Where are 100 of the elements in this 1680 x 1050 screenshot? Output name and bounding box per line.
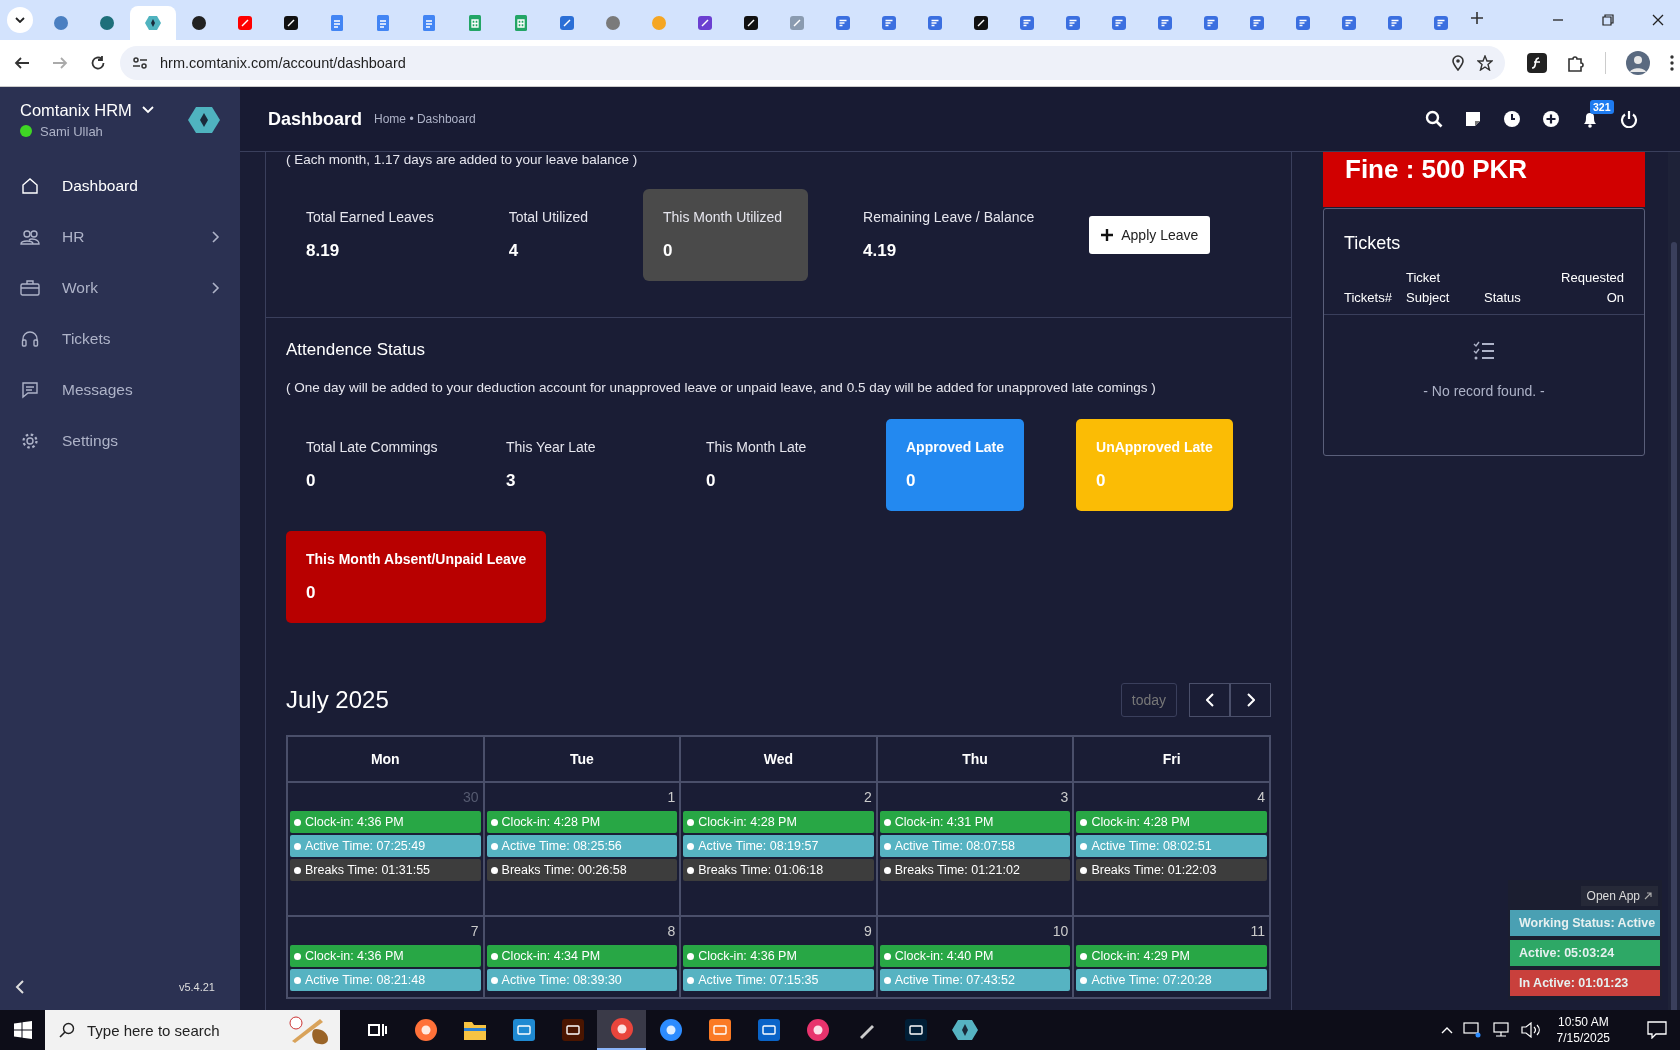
day-number: 30: [463, 789, 479, 805]
clock-in-event[interactable]: Clock-in: 4:36 PM: [290, 945, 481, 967]
column-header: Tickets#: [1344, 289, 1393, 307]
user-name: Sami Ullah: [40, 123, 103, 139]
home-icon: [21, 176, 39, 195]
display-icon: [1462, 1022, 1481, 1038]
clock-in-event[interactable]: Clock-in: 4:36 PM: [683, 945, 874, 967]
day-number: 3: [1060, 789, 1069, 805]
clock-in-event[interactable]: Clock-in: 4:29 PM: [1076, 945, 1267, 967]
extension-icon: [1527, 53, 1547, 73]
stat-value: 0: [306, 583, 317, 603]
stat-label: Approved Late: [906, 439, 1004, 455]
nav-item[interactable]: Settings: [0, 415, 240, 466]
notification-badge: 321: [1590, 100, 1614, 114]
weekday-header: Mon: [370, 751, 400, 767]
break-time-event[interactable]: Breaks Time: 01:06:18: [683, 859, 874, 881]
active-time-event[interactable]: Active Time: 08:21:48: [290, 969, 481, 991]
column-header: Requested On: [1560, 269, 1624, 307]
day-number: 4: [1257, 789, 1265, 805]
clock-icon: [1503, 110, 1521, 128]
clock-in-event[interactable]: Clock-in: 4:28 PM: [486, 811, 678, 833]
clock-in-event[interactable]: Clock-in: 4:36 PM: [290, 811, 481, 833]
address-bar[interactable]: hrm.comtanix.com/account/dashboard: [120, 46, 1505, 80]
stat-label: This Month Absent/Unpaid Leave: [306, 551, 527, 567]
fine-banner: Fine : 500 PKR: [1323, 152, 1645, 207]
nav-item[interactable]: HR: [0, 211, 240, 262]
day-number: 9: [864, 923, 872, 939]
scrollbar[interactable]: [1668, 152, 1680, 1010]
stat-label: This Year Late: [506, 439, 597, 455]
clock-in-event[interactable]: Clock-in: 4:40 PM: [879, 945, 1071, 967]
chevron-right-icon: [212, 230, 220, 243]
menu-icon: [1670, 55, 1674, 71]
collapse-icon: [15, 980, 25, 994]
column-header: Ticket Subject: [1406, 269, 1451, 307]
nav-item[interactable]: Dashboard: [0, 160, 240, 211]
active-time-event[interactable]: Active Time: 07:20:28: [1076, 969, 1267, 991]
status-row: Working Status: Active: [1510, 910, 1660, 936]
day-number: 7: [470, 923, 479, 939]
previous-button[interactable]: [1189, 683, 1230, 717]
clock-in-event[interactable]: Clock-in: 4:28 PM: [1076, 811, 1267, 833]
active-time-event[interactable]: Active Time: 08:02:51: [1076, 835, 1267, 857]
gear-icon: [21, 431, 39, 450]
network-icon: [1490, 1022, 1511, 1038]
break-time-event[interactable]: Breaks Time: 01:31:55: [290, 859, 481, 881]
leave-note: ( Each month, 1.17 days are added to your leave balance ): [286, 152, 639, 167]
taskbar-search-field[interactable]: Type here to search: [45, 1010, 340, 1050]
stat-value: 0: [1096, 471, 1107, 491]
day-number: 2: [864, 789, 872, 805]
status-row: In Active: 01:01:23: [1510, 970, 1660, 996]
chevron-right-icon: [1246, 693, 1255, 707]
volume-icon: [1520, 1022, 1541, 1038]
nav-item[interactable]: Work: [0, 262, 240, 313]
active-time-event[interactable]: Active Time: 08:39:30: [486, 969, 678, 991]
search-icon: [59, 1022, 75, 1038]
weekday-header: Thu: [962, 751, 988, 767]
people-icon: [20, 227, 40, 246]
active-time-event[interactable]: Active Time: 07:43:52: [879, 969, 1071, 991]
briefcase-icon: [20, 278, 40, 297]
power-icon: [1620, 110, 1638, 128]
clock-in-event[interactable]: Clock-in: 4:28 PM: [683, 811, 874, 833]
active-time-event[interactable]: Active Time: 08:25:56: [486, 835, 678, 857]
chevron-left-icon: [1205, 693, 1214, 707]
active-time-event[interactable]: Active Time: 07:15:35: [683, 969, 874, 991]
attendance-note: ( One day will be added to your deduction account for unapproved leave or unpaid leave, and 0.5 day will be added for unapproved late comings ): [286, 380, 1157, 395]
chevron-right-icon: [212, 281, 220, 294]
puzzle-icon: [1567, 54, 1585, 72]
headset-icon: [21, 329, 39, 348]
add-circle-icon: [1542, 110, 1560, 128]
active-time-event[interactable]: Active Time: 07:25:49: [290, 835, 481, 857]
stat-value: 0: [306, 471, 317, 491]
taskbar-app[interactable]: [597, 1010, 646, 1050]
chat-icon: [21, 380, 39, 399]
baseball-drawing: [286, 1015, 330, 1045]
star-icon: [1477, 55, 1493, 71]
nav-item[interactable]: Messages: [0, 364, 240, 415]
stat-label: This Month Utilized: [663, 209, 784, 225]
break-time-event[interactable]: Breaks Time: 01:21:02: [879, 859, 1071, 881]
windows-logo-icon: [13, 1021, 32, 1039]
next-button[interactable]: [1230, 683, 1271, 717]
active-time-event[interactable]: Active Time: 08:07:58: [879, 835, 1071, 857]
external-link-icon: [1644, 892, 1652, 900]
clock-in-event[interactable]: Clock-in: 4:34 PM: [486, 945, 678, 967]
open-app-button[interactable]: Open App: [1580, 886, 1658, 906]
clock-in-event[interactable]: Clock-in: 4:31 PM: [879, 811, 1071, 833]
break-time-event[interactable]: Breaks Time: 01:22:03: [1076, 859, 1267, 881]
tune-icon: [132, 56, 148, 70]
apply-leave-button[interactable]: Apply Leave: [1089, 216, 1211, 254]
chevron-down-icon: [15, 17, 25, 23]
nav-item[interactable]: Tickets: [0, 313, 240, 364]
stat-value: 0: [906, 471, 917, 491]
break-time-event[interactable]: Breaks Time: 00:26:58: [486, 859, 678, 881]
active-time-event[interactable]: Active Time: 08:19:57: [683, 835, 874, 857]
tab-search-button[interactable]: [7, 7, 33, 33]
stat-value: 4: [508, 241, 520, 261]
hexagon-logo-icon: [188, 105, 220, 134]
notification-icon: [1647, 1021, 1667, 1039]
checklist-icon: [1473, 341, 1495, 361]
weekday-header: Wed: [763, 751, 794, 767]
stat-value: 8.19: [306, 241, 341, 261]
breadcrumb: Home • Dashboard: [374, 112, 476, 126]
